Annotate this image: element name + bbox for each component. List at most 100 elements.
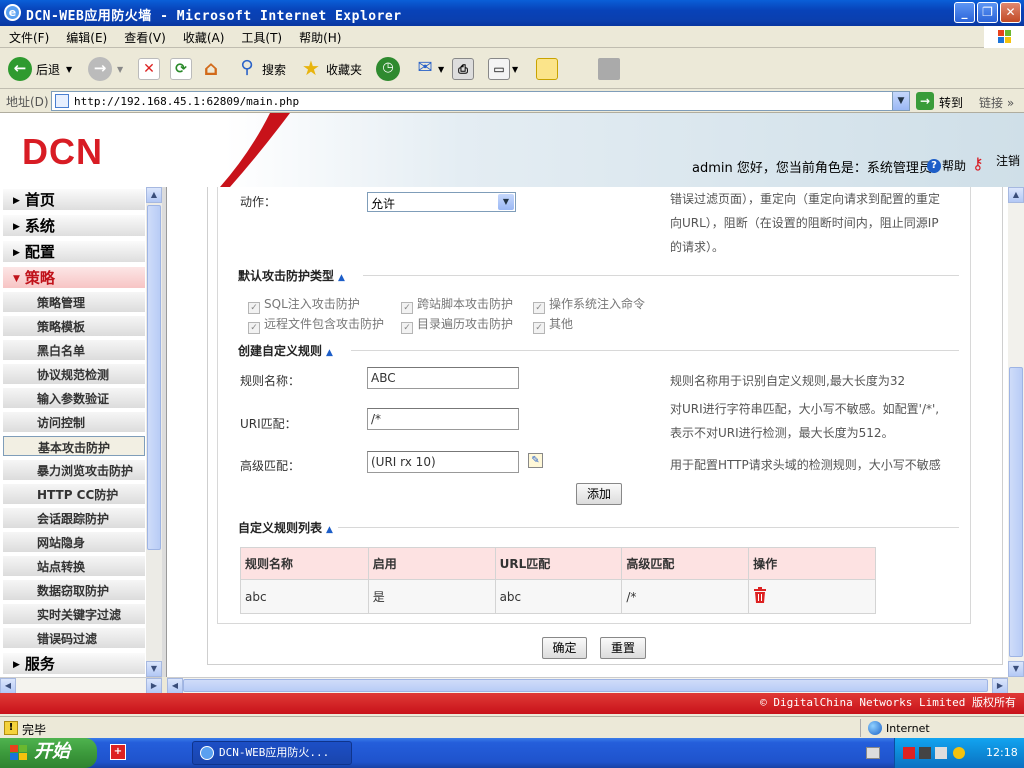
favorites-button[interactable]: ★ 收藏夹: [300, 55, 362, 83]
warning-icon: !: [4, 721, 18, 735]
search-button[interactable]: ⚲ 搜索: [236, 55, 286, 83]
sidebar-item-service[interactable]: ▶ 服务: [3, 653, 145, 675]
action-select[interactable]: 允许 ▼: [367, 192, 516, 212]
sidebar-item-policy[interactable]: ▼ 策略: [3, 267, 145, 289]
checkbox-icon: ✓: [248, 322, 260, 334]
go-arrow-icon[interactable]: →: [916, 92, 934, 110]
key-icon[interactable]: ⚷: [972, 154, 984, 173]
sidebar-item-home[interactable]: ▶ 首页: [3, 189, 145, 211]
mail-button[interactable]: ✉ ▼: [414, 55, 444, 83]
address-input[interactable]: http://192.168.45.1:62809/main.php ▼: [51, 91, 910, 111]
content-scrollbar[interactable]: ▲ ▼: [1008, 187, 1024, 677]
home-button[interactable]: ⌂: [200, 55, 222, 83]
default-section-title[interactable]: 默认攻击防护类型 ▲: [238, 267, 345, 284]
scroll-down-icon[interactable]: ▼: [1008, 661, 1024, 677]
sidebar-subitem[interactable]: 站点转换: [3, 556, 145, 578]
edit-pencil-icon[interactable]: ✎: [528, 453, 543, 468]
checkbox-other[interactable]: ✓ 其他: [533, 315, 573, 334]
close-button[interactable]: ✕: [1000, 2, 1021, 23]
sidebar-subitem-selected[interactable]: 基本攻击防护: [3, 436, 145, 456]
uri-input[interactable]: /*: [367, 408, 519, 430]
go-button[interactable]: 转到: [939, 94, 963, 111]
scroll-right-icon[interactable]: ▶: [992, 678, 1008, 694]
custom-section-title[interactable]: 创建自定义规则 ▲: [238, 342, 333, 359]
checkbox-xss[interactable]: ✓ 跨站脚本攻击防护: [401, 295, 513, 314]
content-hscroll-thumb[interactable]: [183, 679, 988, 692]
sidebar-subitem[interactable]: 输入参数验证: [3, 388, 145, 410]
sidebar-subitem[interactable]: 黑白名单: [3, 340, 145, 362]
history-button[interactable]: ◷: [376, 55, 400, 83]
checkbox-icon: ✓: [533, 302, 545, 314]
adv-input[interactable]: (URI rx 10): [367, 451, 519, 473]
sidebar-scroll-thumb[interactable]: [147, 205, 161, 550]
quicklaunch-icon[interactable]: +: [110, 744, 126, 760]
title-bar[interactable]: e DCN-WEB应用防火墙 - Microsoft Internet Expl…: [0, 0, 1024, 26]
logout-link[interactable]: 注销: [996, 152, 1020, 169]
sidebar-subitem[interactable]: 协议规范检测: [3, 364, 145, 386]
menu-tools[interactable]: 工具(T): [232, 26, 290, 46]
content-scroll-thumb[interactable]: [1009, 367, 1023, 657]
stop-button[interactable]: ✕: [138, 55, 160, 83]
section-divider: [363, 275, 959, 276]
back-button[interactable]: ← 后退 ▼: [8, 55, 72, 83]
messenger-button[interactable]: [598, 55, 620, 83]
menu-edit[interactable]: 编辑(E): [57, 26, 115, 46]
sidebar-subitem[interactable]: 数据窃取防护: [3, 580, 145, 602]
help-icon[interactable]: ?: [927, 159, 941, 173]
clock: 12:18: [986, 746, 1018, 759]
sidebar-item-config[interactable]: ▶ 配置: [3, 241, 145, 263]
discuss-button[interactable]: [536, 55, 558, 83]
scroll-left-icon[interactable]: ◀: [0, 678, 16, 694]
messenger-icon: [598, 58, 620, 80]
sidebar-hscrollbar[interactable]: ◀ ▶: [0, 677, 162, 694]
add-button[interactable]: 添加: [576, 483, 622, 505]
sidebar-scrollbar[interactable]: ▲ ▼: [146, 187, 162, 677]
sidebar-subitem[interactable]: 错误码过滤: [3, 628, 145, 650]
menu-file[interactable]: 文件(F): [0, 26, 57, 46]
checkbox-dir-traversal[interactable]: ✓ 目录遍历攻击防护: [401, 315, 513, 334]
minimize-button[interactable]: _: [954, 2, 975, 23]
checkbox-rfi[interactable]: ✓ 远程文件包含攻击防护: [248, 315, 384, 334]
tray-app-icon: [903, 747, 915, 759]
rule-name-input[interactable]: ABC: [367, 367, 519, 389]
links-button[interactable]: 链接 »: [979, 94, 1014, 111]
note-icon: [536, 58, 558, 80]
keyboard-icon[interactable]: [866, 747, 880, 759]
scroll-left-icon[interactable]: ◀: [167, 678, 183, 694]
cell-url-match: abc: [494, 579, 623, 614]
scroll-down-icon[interactable]: ▼: [146, 661, 162, 677]
sidebar-subitem[interactable]: 策略管理: [3, 292, 145, 314]
rules-table: 规则名称 启用 URL匹配 高级匹配 操作 abc 是 abc /*: [240, 547, 876, 614]
menu-view[interactable]: 查看(V): [115, 26, 174, 46]
sidebar-subitem[interactable]: 网站隐身: [3, 532, 145, 554]
menu-help[interactable]: 帮助(H): [290, 26, 349, 46]
sidebar-subitem[interactable]: HTTP CC防护: [3, 484, 145, 506]
reset-button[interactable]: 重置: [600, 637, 646, 659]
print-button[interactable]: ⎙: [452, 55, 474, 83]
ok-button[interactable]: 确定: [542, 637, 587, 659]
list-section-title[interactable]: 自定义规则列表 ▲: [238, 519, 333, 536]
sidebar-subitem[interactable]: 暴力浏览攻击防护: [3, 460, 145, 482]
sidebar-subitem[interactable]: 访问控制: [3, 412, 145, 434]
sidebar-item-system[interactable]: ▶ 系统: [3, 215, 145, 237]
checkbox-icon: ✓: [401, 302, 413, 314]
sidebar-subitem[interactable]: 策略模板: [3, 316, 145, 338]
checkbox-sql[interactable]: ✓ SQL注入攻击防护: [248, 295, 360, 314]
checkbox-os-cmd[interactable]: ✓ 操作系统注入命令: [533, 295, 645, 314]
trash-icon[interactable]: [753, 587, 767, 603]
content-hscrollbar[interactable]: ◀ ▶: [167, 677, 1008, 694]
edit-icon: ▭: [488, 58, 510, 80]
taskbar-ie-window[interactable]: DCN-WEB应用防火...: [192, 741, 352, 765]
refresh-button[interactable]: ⟳: [170, 55, 192, 83]
maximize-button[interactable]: ❐: [977, 2, 998, 23]
forward-button[interactable]: → ▼: [88, 55, 123, 83]
scroll-up-icon[interactable]: ▲: [1008, 187, 1024, 203]
edit-button[interactable]: ▭ ▼: [488, 55, 518, 83]
address-dropdown-icon[interactable]: ▼: [892, 92, 909, 110]
help-link[interactable]: 帮助: [942, 157, 966, 174]
scroll-up-icon[interactable]: ▲: [146, 187, 162, 203]
menu-favorites[interactable]: 收藏(A): [174, 26, 233, 46]
sidebar-subitem[interactable]: 会话跟踪防护: [3, 508, 145, 530]
sidebar-subitem[interactable]: 实时关键字过滤: [3, 604, 145, 626]
scroll-right-icon[interactable]: ▶: [146, 678, 162, 694]
